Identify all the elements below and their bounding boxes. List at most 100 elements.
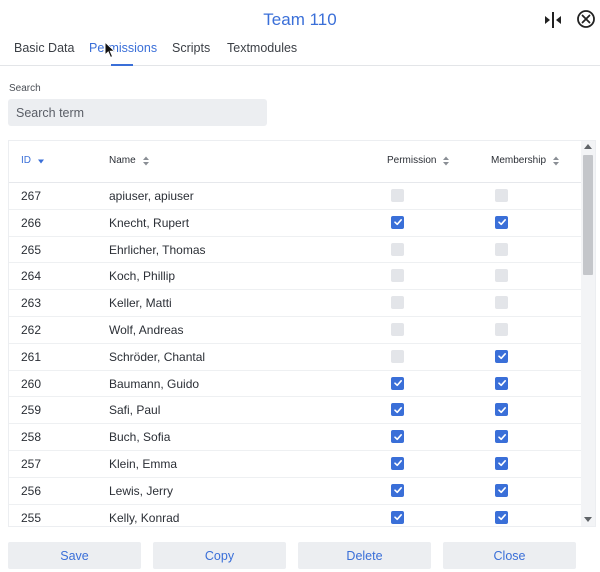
column-header-permission[interactable]: Permission — [387, 155, 450, 166]
tab-permissions[interactable]: Permissions — [89, 41, 157, 66]
cell-name: Schröder, Chantal — [109, 349, 206, 364]
permission-checkbox[interactable] — [391, 242, 404, 256]
cell-id: 255 — [21, 510, 42, 525]
save-button[interactable]: Save — [8, 542, 141, 569]
table-row[interactable]: 264 Koch, Phillip — [9, 263, 583, 291]
cell-name: Buch, Sofia — [109, 430, 171, 445]
cell-name: Koch, Phillip — [109, 269, 176, 284]
permission-checkbox[interactable] — [391, 215, 404, 229]
close-button[interactable]: Close — [443, 542, 576, 569]
column-header-membership[interactable]: Membership — [491, 155, 560, 166]
cell-name: Ehrlicher, Thomas — [109, 242, 206, 257]
cell-name: Klein, Emma — [109, 456, 178, 471]
delete-button[interactable]: Delete — [298, 542, 431, 569]
permission-checkbox[interactable] — [391, 296, 404, 310]
column-header-name[interactable]: Name — [109, 155, 150, 166]
table-scrollbar[interactable] — [581, 141, 595, 526]
cell-name: Knecht, Rupert — [109, 215, 190, 230]
sort-icon — [443, 156, 450, 165]
membership-checkbox[interactable] — [495, 349, 508, 363]
table-row[interactable]: 257 Klein, Emma — [9, 451, 583, 478]
table-row[interactable]: 259 Safi, Paul — [9, 397, 583, 425]
scrollbar-thumb[interactable] — [583, 155, 593, 275]
cell-id: 264 — [21, 269, 42, 284]
table-row[interactable]: 255 Kelly, Konrad — [9, 505, 583, 526]
permission-checkbox[interactable] — [391, 322, 404, 336]
copy-button[interactable]: Copy — [153, 542, 286, 569]
close-icon[interactable] — [576, 9, 596, 29]
sort-icon — [142, 156, 149, 165]
cell-id: 266 — [21, 215, 42, 230]
membership-checkbox[interactable] — [495, 456, 508, 470]
cell-id: 265 — [21, 242, 42, 257]
tab-scripts[interactable]: Scripts — [172, 41, 210, 66]
cell-name: Wolf, Andreas — [109, 322, 184, 337]
cell-name: Lewis, Jerry — [109, 483, 174, 498]
search-input[interactable] — [8, 99, 267, 126]
tab-bar: Basic Data Permissions Scripts Textmodul… — [0, 40, 600, 66]
tab-textmodules[interactable]: Textmodules — [227, 41, 297, 66]
column-header-label: Membership — [491, 155, 547, 166]
table-body: 267 apiuser, apiuser 266 Knecht, Rupert 265 E… — [9, 183, 583, 526]
permission-checkbox[interactable] — [391, 189, 404, 202]
permission-checkbox[interactable] — [391, 376, 404, 390]
cell-name: Keller, Matti — [109, 296, 172, 311]
mouse-cursor-icon — [104, 41, 116, 59]
permission-checkbox[interactable] — [391, 483, 404, 497]
column-header-label: Name — [109, 155, 136, 166]
scroll-up-arrow-icon[interactable] — [584, 144, 592, 149]
membership-checkbox[interactable] — [495, 215, 508, 229]
sort-icon — [553, 156, 560, 165]
membership-checkbox[interactable] — [495, 189, 508, 202]
permission-checkbox[interactable] — [391, 510, 404, 524]
cell-id: 262 — [21, 322, 42, 337]
column-header-label: ID — [21, 155, 31, 166]
table-row[interactable]: 266 Knecht, Rupert — [9, 210, 583, 237]
tab-basic-data[interactable]: Basic Data — [14, 41, 74, 66]
table-row[interactable]: 260 Baumann, Guido — [9, 371, 583, 398]
column-header-id[interactable]: ID — [21, 155, 45, 166]
cell-name: Safi, Paul — [109, 403, 161, 418]
membership-checkbox[interactable] — [495, 269, 508, 283]
search-label: Search — [9, 83, 41, 94]
cell-name: Kelly, Konrad — [109, 510, 180, 525]
permission-checkbox[interactable] — [391, 269, 404, 283]
table-row[interactable]: 256 Lewis, Jerry — [9, 478, 583, 505]
membership-checkbox[interactable] — [495, 242, 508, 256]
cell-id: 259 — [21, 403, 42, 418]
column-header-label: Permission — [387, 155, 437, 166]
cell-id: 260 — [21, 376, 42, 391]
table-row[interactable]: 265 Ehrlicher, Thomas — [9, 237, 583, 264]
cell-id: 257 — [21, 456, 42, 471]
membership-checkbox[interactable] — [495, 376, 508, 390]
user-table: ID Name Permission Membership 267 apiuser… — [8, 140, 596, 527]
membership-checkbox[interactable] — [495, 322, 508, 336]
cell-id: 261 — [21, 349, 42, 364]
window-title: Team 110 — [263, 10, 337, 29]
cell-name: Baumann, Guido — [109, 376, 200, 391]
permission-checkbox[interactable] — [391, 403, 404, 417]
title-bar: Team 110 — [0, 0, 600, 40]
scroll-down-arrow-icon[interactable] — [584, 517, 592, 522]
membership-checkbox[interactable] — [495, 510, 508, 524]
permission-checkbox[interactable] — [391, 456, 404, 470]
permission-checkbox[interactable] — [391, 349, 404, 363]
table-row[interactable]: 262 Wolf, Andreas — [9, 317, 583, 344]
permission-checkbox[interactable] — [391, 430, 404, 444]
table-header: ID Name Permission Membership — [9, 141, 583, 183]
cell-name: apiuser, apiuser — [109, 189, 194, 203]
table-row[interactable]: 267 apiuser, apiuser — [9, 183, 583, 210]
membership-checkbox[interactable] — [495, 403, 508, 417]
membership-checkbox[interactable] — [495, 296, 508, 310]
table-row[interactable]: 263 Keller, Matti — [9, 290, 583, 317]
cell-id: 267 — [21, 189, 42, 203]
sort-descending-icon — [38, 159, 44, 163]
table-row[interactable]: 261 Schröder, Chantal — [9, 344, 583, 371]
cell-id: 263 — [21, 296, 42, 311]
table-row[interactable]: 258 Buch, Sofia — [9, 424, 583, 451]
membership-checkbox[interactable] — [495, 483, 508, 497]
membership-checkbox[interactable] — [495, 430, 508, 444]
cell-id: 258 — [21, 430, 42, 445]
cell-id: 256 — [21, 483, 42, 498]
split-view-icon[interactable] — [542, 10, 564, 30]
